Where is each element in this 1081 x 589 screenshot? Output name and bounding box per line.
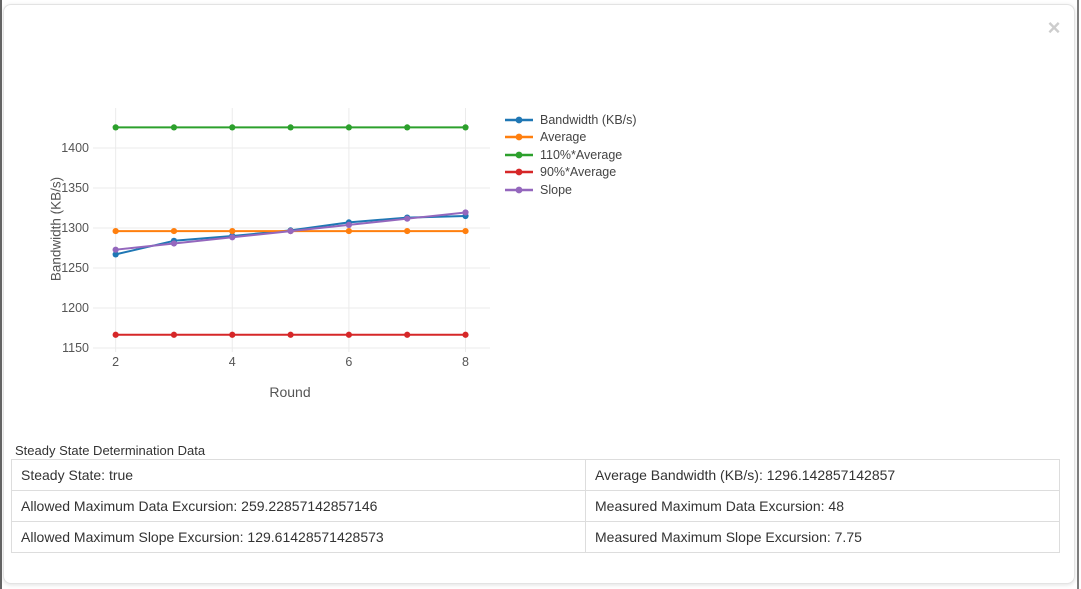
x-tick-label: 6 <box>345 355 352 369</box>
data-point <box>346 222 352 228</box>
data-point <box>229 124 235 130</box>
series-line-0 <box>116 216 466 254</box>
data-point <box>113 228 119 234</box>
table-cell-average-bandwidth: Average Bandwidth (KB/s): 1296.142857142… <box>586 460 1060 491</box>
legend-item-3[interactable]: 90%*Average <box>505 164 637 182</box>
legend-item-1[interactable]: Average <box>505 129 637 147</box>
y-tick-label: 1150 <box>62 341 89 355</box>
data-point <box>404 216 410 222</box>
x-tick-label: 4 <box>229 355 236 369</box>
page: 1150 1200 1250 1300 1350 1400 2 4 6 8 Bandwidth (… <box>0 0 1081 589</box>
table-cell-measured-slope-excursion: Measured Maximum Slope Excursion: 7.75 <box>586 522 1060 553</box>
data-point <box>404 332 410 338</box>
data-point <box>462 124 468 130</box>
window-frame-right-edge <box>1077 0 1079 589</box>
legend-label: Bandwidth (KB/s) <box>540 113 637 127</box>
y-tick-label: 1200 <box>61 301 89 315</box>
legend-item-2[interactable]: 110%*Average <box>505 146 637 164</box>
modal-close-button[interactable]: × <box>1042 16 1066 40</box>
close-icon: × <box>1048 15 1061 40</box>
data-point <box>462 209 468 215</box>
legend-swatch-icon <box>505 132 533 142</box>
table-cell-allowed-data-excursion: Allowed Maximum Data Excursion: 259.2285… <box>12 491 586 522</box>
data-point <box>113 247 119 253</box>
legend-item-0[interactable]: Bandwidth (KB/s) <box>505 111 637 129</box>
data-point <box>113 332 119 338</box>
legend-swatch-icon <box>505 115 533 125</box>
data-point <box>462 332 468 338</box>
y-tick-label: 1350 <box>61 181 89 195</box>
y-tick-label: 1400 <box>61 141 89 155</box>
table-row: Allowed Maximum Data Excursion: 259.2285… <box>12 491 1060 522</box>
table-section-title: Steady State Determination Data <box>15 443 205 458</box>
legend-label: Slope <box>540 183 572 197</box>
data-point <box>287 124 293 130</box>
y-axis-title: Bandwidth (KB/s) <box>49 177 64 281</box>
data-point <box>346 124 352 130</box>
data-point <box>287 332 293 338</box>
y-tick-label: 1300 <box>61 221 89 235</box>
data-point <box>462 228 468 234</box>
data-point <box>229 228 235 234</box>
table-row: Steady State: true Average Bandwidth (KB… <box>12 460 1060 491</box>
x-axis-title: Round <box>269 384 310 400</box>
data-point <box>229 234 235 240</box>
window-frame-left-edge <box>0 0 2 589</box>
bandwidth-chart[interactable]: 1150 1200 1250 1300 1350 1400 2 4 6 8 <box>0 0 700 430</box>
data-point <box>113 124 119 130</box>
data-point <box>171 332 177 338</box>
data-point <box>229 332 235 338</box>
data-point <box>287 228 293 234</box>
table-row: Allowed Maximum Slope Excursion: 129.614… <box>12 522 1060 553</box>
legend-label: 90%*Average <box>540 165 616 179</box>
y-tick-label: 1250 <box>61 261 89 275</box>
legend-label: 110%*Average <box>540 148 622 162</box>
data-point <box>171 124 177 130</box>
data-point <box>346 332 352 338</box>
chart-legend: Bandwidth (KB/s) Average 110%*Average 90%*A… <box>505 111 637 199</box>
legend-swatch-icon <box>505 150 533 160</box>
legend-swatch-icon <box>505 167 533 177</box>
steady-state-table: Steady State: true Average Bandwidth (KB… <box>11 459 1060 553</box>
data-point <box>404 228 410 234</box>
data-point <box>171 228 177 234</box>
x-tick-label: 8 <box>462 355 469 369</box>
x-tick-label: 2 <box>112 355 119 369</box>
table-cell-measured-data-excursion: Measured Maximum Data Excursion: 48 <box>586 491 1060 522</box>
table-cell-steady-state: Steady State: true <box>12 460 586 491</box>
data-point <box>404 124 410 130</box>
legend-swatch-icon <box>505 185 533 195</box>
legend-item-4[interactable]: Slope <box>505 181 637 199</box>
data-point <box>346 228 352 234</box>
legend-label: Average <box>540 130 586 144</box>
data-point <box>171 240 177 246</box>
table-cell-allowed-slope-excursion: Allowed Maximum Slope Excursion: 129.614… <box>12 522 586 553</box>
